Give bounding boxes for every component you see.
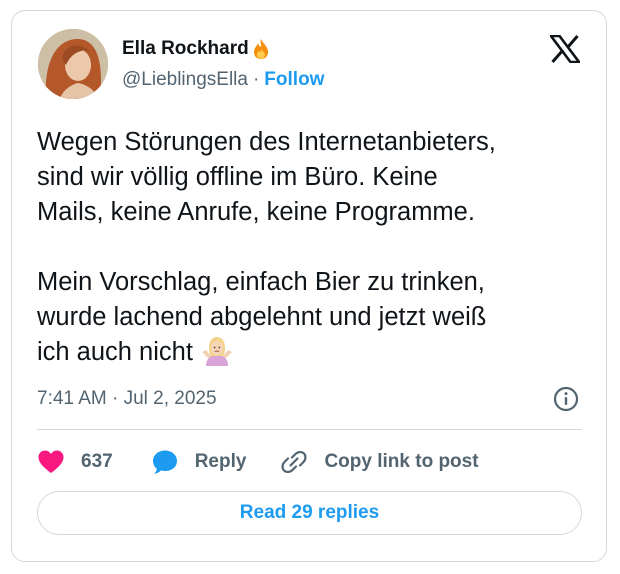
read-replies-button[interactable]: Read 29 replies bbox=[37, 491, 582, 535]
reply-label: Reply bbox=[194, 451, 247, 472]
divider bbox=[37, 429, 582, 430]
separator-dot: · bbox=[252, 69, 260, 90]
tweet-text: Wegen Störungen des Internetanbieters, s… bbox=[37, 125, 597, 370]
author-name[interactable]: Ella Rockhard bbox=[122, 38, 249, 60]
like-count: 637 bbox=[81, 451, 113, 472]
tweet-card: Ella Rockhard @LieblingsElla · Follow We… bbox=[11, 10, 607, 562]
author-handle[interactable]: @LieblingsElla bbox=[122, 69, 248, 91]
info-icon[interactable] bbox=[552, 385, 580, 413]
copy-link-button[interactable]: Copy link to post bbox=[280, 448, 479, 476]
like-button[interactable]: 637 bbox=[37, 449, 113, 475]
tweet-body: Wegen Störungen des Internetanbieters, s… bbox=[37, 128, 496, 366]
author-handle-row: @LieblingsElla · Follow bbox=[122, 69, 324, 91]
reply-button[interactable]: Reply bbox=[151, 448, 247, 476]
avatar-photo bbox=[38, 29, 108, 99]
fire-icon bbox=[251, 38, 271, 60]
read-replies-label: Read 29 replies bbox=[239, 502, 380, 523]
reply-bubble-icon bbox=[152, 450, 177, 474]
follow-button[interactable]: Follow bbox=[264, 69, 324, 91]
timestamp[interactable]: 7:41 AM · Jul 2, 2025 bbox=[37, 388, 217, 410]
action-bar: 637 Reply Copy link to post bbox=[37, 446, 479, 478]
heart-icon bbox=[38, 450, 64, 473]
avatar[interactable] bbox=[38, 29, 108, 99]
woman-shrugging-icon bbox=[202, 336, 233, 366]
author-name-row: Ella Rockhard bbox=[122, 37, 271, 61]
link-icon bbox=[281, 450, 307, 474]
x-logo-icon[interactable] bbox=[550, 35, 580, 63]
copy-link-label: Copy link to post bbox=[324, 451, 479, 472]
